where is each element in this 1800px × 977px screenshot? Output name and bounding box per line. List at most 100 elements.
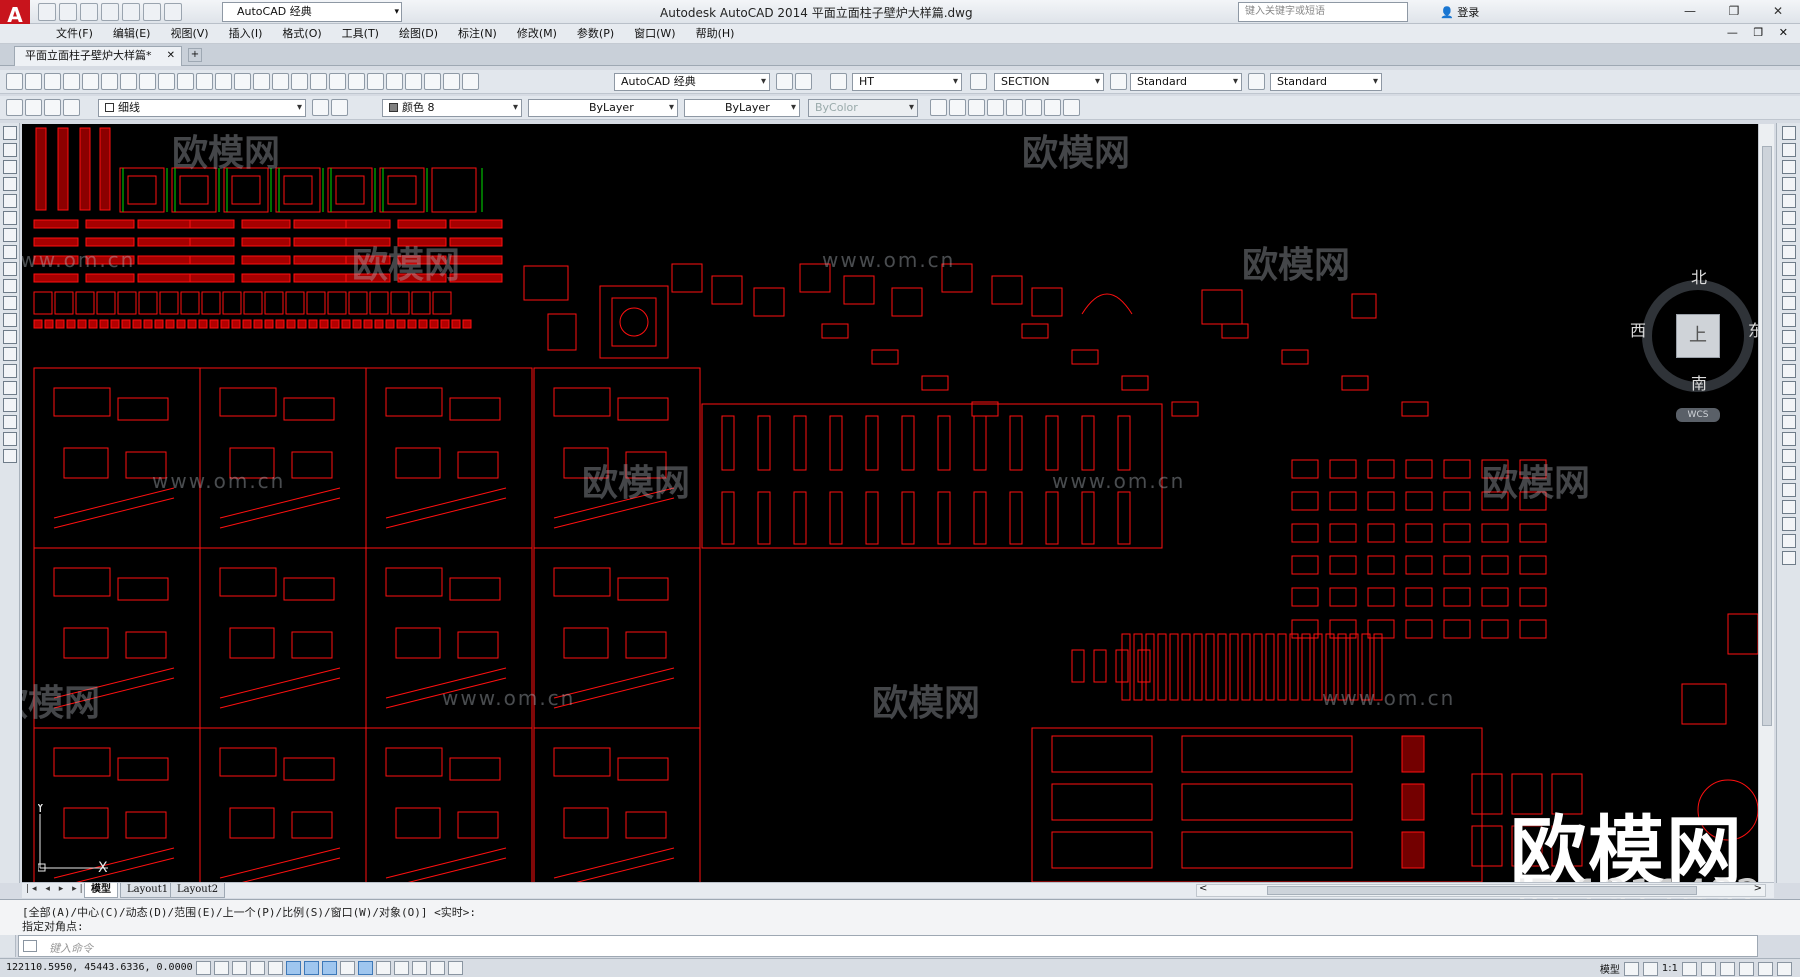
paste-icon[interactable] [177, 73, 194, 90]
tab-layout1[interactable]: Layout1 [120, 883, 176, 898]
menu-view[interactable]: 视图(V) [160, 26, 218, 42]
erase-icon[interactable] [1782, 126, 1796, 140]
undo-icon[interactable] [234, 73, 251, 90]
coordinate-readout[interactable]: 122110.5950, 45443.6336, 0.0000 [6, 962, 193, 973]
plot-icon[interactable] [63, 73, 80, 90]
layer-walk-icon[interactable] [1782, 500, 1796, 514]
fillet-icon[interactable] [1782, 381, 1796, 395]
model-space-toggle[interactable]: 模型 [1600, 961, 1620, 976]
quickcalc-icon[interactable] [443, 73, 460, 90]
menu-tools[interactable]: 工具(T) [332, 26, 389, 42]
save-icon[interactable] [80, 3, 98, 21]
menu-dimension[interactable]: 标注(N) [448, 26, 507, 42]
make-block-icon[interactable] [3, 330, 17, 344]
draworder-icon[interactable] [1782, 432, 1796, 446]
sheet-set-icon[interactable] [405, 73, 422, 90]
mleader-style-icon[interactable] [1248, 73, 1265, 90]
ungroup-icon[interactable] [1782, 466, 1796, 480]
horizontal-scroll-thumb[interactable] [1267, 886, 1697, 895]
sky-icon[interactable] [1063, 99, 1080, 116]
layer-lock-icon[interactable] [1782, 551, 1796, 565]
dim-style-combo[interactable]: SECTION [994, 73, 1104, 91]
render-icon[interactable] [987, 99, 1004, 116]
redo-icon[interactable] [253, 73, 270, 90]
new-file-icon[interactable] [38, 3, 56, 21]
chamfer-icon[interactable] [1782, 364, 1796, 378]
spline-icon[interactable] [3, 262, 17, 276]
design-center-icon[interactable] [367, 73, 384, 90]
camera-icon[interactable] [1006, 99, 1023, 116]
layer-off-icon[interactable] [1782, 517, 1796, 531]
layer-freeze-icon[interactable] [1782, 534, 1796, 548]
sun-icon[interactable] [44, 99, 61, 116]
move-icon[interactable] [1782, 211, 1796, 225]
plot-preview-icon[interactable] [82, 73, 99, 90]
open-file-icon[interactable] [25, 73, 42, 90]
isolate-objects-icon[interactable] [1758, 961, 1773, 976]
table-style-combo[interactable]: Standard [1130, 73, 1242, 91]
hatch-icon[interactable] [3, 364, 17, 378]
menu-edit[interactable]: 编辑(E) [103, 26, 161, 42]
close-button[interactable]: ✕ [1756, 0, 1800, 22]
plot-icon[interactable] [122, 3, 140, 21]
text-style-icon[interactable] [830, 73, 847, 90]
layer-combo[interactable]: 细线 [98, 99, 306, 117]
markup-icon[interactable] [424, 73, 441, 90]
layer-isolate-icon[interactable] [1782, 483, 1796, 497]
menu-parametric[interactable]: 参数(P) [567, 26, 624, 42]
3d-print-icon[interactable] [120, 73, 137, 90]
tab-layout2[interactable]: Layout2 [170, 883, 226, 898]
linetype-combo[interactable]: ByLayer [528, 99, 678, 117]
trim-icon[interactable] [1782, 279, 1796, 293]
undo-icon[interactable] [143, 3, 161, 21]
explode-icon[interactable] [1782, 415, 1796, 429]
help-icon[interactable] [462, 73, 479, 90]
vertical-scroll-thumb[interactable] [1762, 146, 1772, 726]
quick-view-drawings-icon[interactable] [1642, 961, 1658, 976]
redo-icon[interactable] [164, 3, 182, 21]
workspace-select[interactable]: AutoCAD 经典 ▾ [222, 2, 402, 22]
scale-icon[interactable] [1782, 245, 1796, 259]
color-combo[interactable]: 颜色 8 [382, 99, 522, 117]
break-at-point-icon[interactable] [1782, 313, 1796, 327]
close-icon[interactable]: ✕ [167, 47, 175, 65]
annotation-monitor-icon[interactable] [448, 961, 463, 975]
wcs-menu[interactable]: WCS [1676, 408, 1720, 422]
compass-south[interactable]: 南 [1691, 370, 1707, 394]
mleader-style-combo[interactable]: Standard [1270, 73, 1382, 91]
plotstyle-combo[interactable]: ByColor [808, 99, 918, 117]
scroll-left-arrow[interactable]: < [1199, 883, 1207, 894]
light-icon[interactable] [1044, 99, 1061, 116]
annotation-scale[interactable]: 1:1 [1662, 963, 1678, 974]
table-style-icon[interactable] [1110, 73, 1127, 90]
menu-window[interactable]: 窗口(W) [624, 26, 685, 42]
match-properties-icon[interactable] [196, 73, 213, 90]
gradient-icon[interactable] [3, 381, 17, 395]
command-input[interactable]: 键入命令 [18, 935, 1758, 957]
grid-display-icon[interactable] [232, 961, 247, 975]
menu-format[interactable]: 格式(O) [272, 26, 331, 42]
lineweight-icon[interactable] [376, 961, 391, 975]
layer-previous-icon[interactable] [331, 99, 348, 116]
copy-object-icon[interactable] [1782, 143, 1796, 157]
ellipse-arc-icon[interactable] [3, 296, 17, 310]
workspace-combo[interactable]: AutoCAD 经典 [614, 73, 770, 91]
make-current-icon[interactable] [312, 99, 329, 116]
lightbulb-icon[interactable] [25, 99, 42, 116]
text-style-combo[interactable]: HT [852, 73, 962, 91]
ortho-mode-icon[interactable] [250, 961, 265, 975]
rotate-icon[interactable] [1782, 228, 1796, 242]
new-file-icon[interactable] [6, 73, 23, 90]
stretch-icon[interactable] [1782, 262, 1796, 276]
add-selected-icon[interactable] [3, 449, 17, 463]
snap-mode-icon[interactable] [214, 961, 229, 975]
table-icon[interactable] [930, 99, 947, 116]
construction-line-icon[interactable] [3, 143, 17, 157]
line-icon[interactable] [3, 126, 17, 140]
copy-icon[interactable] [158, 73, 175, 90]
search-input[interactable]: 键入关键字或短语 [1238, 2, 1408, 22]
multiline-text-icon[interactable] [3, 432, 17, 446]
document-window-controls[interactable]: — ❐ ✕ [1727, 26, 1794, 39]
lock-ui-icon[interactable] [1720, 961, 1735, 976]
extend-icon[interactable] [1782, 296, 1796, 310]
